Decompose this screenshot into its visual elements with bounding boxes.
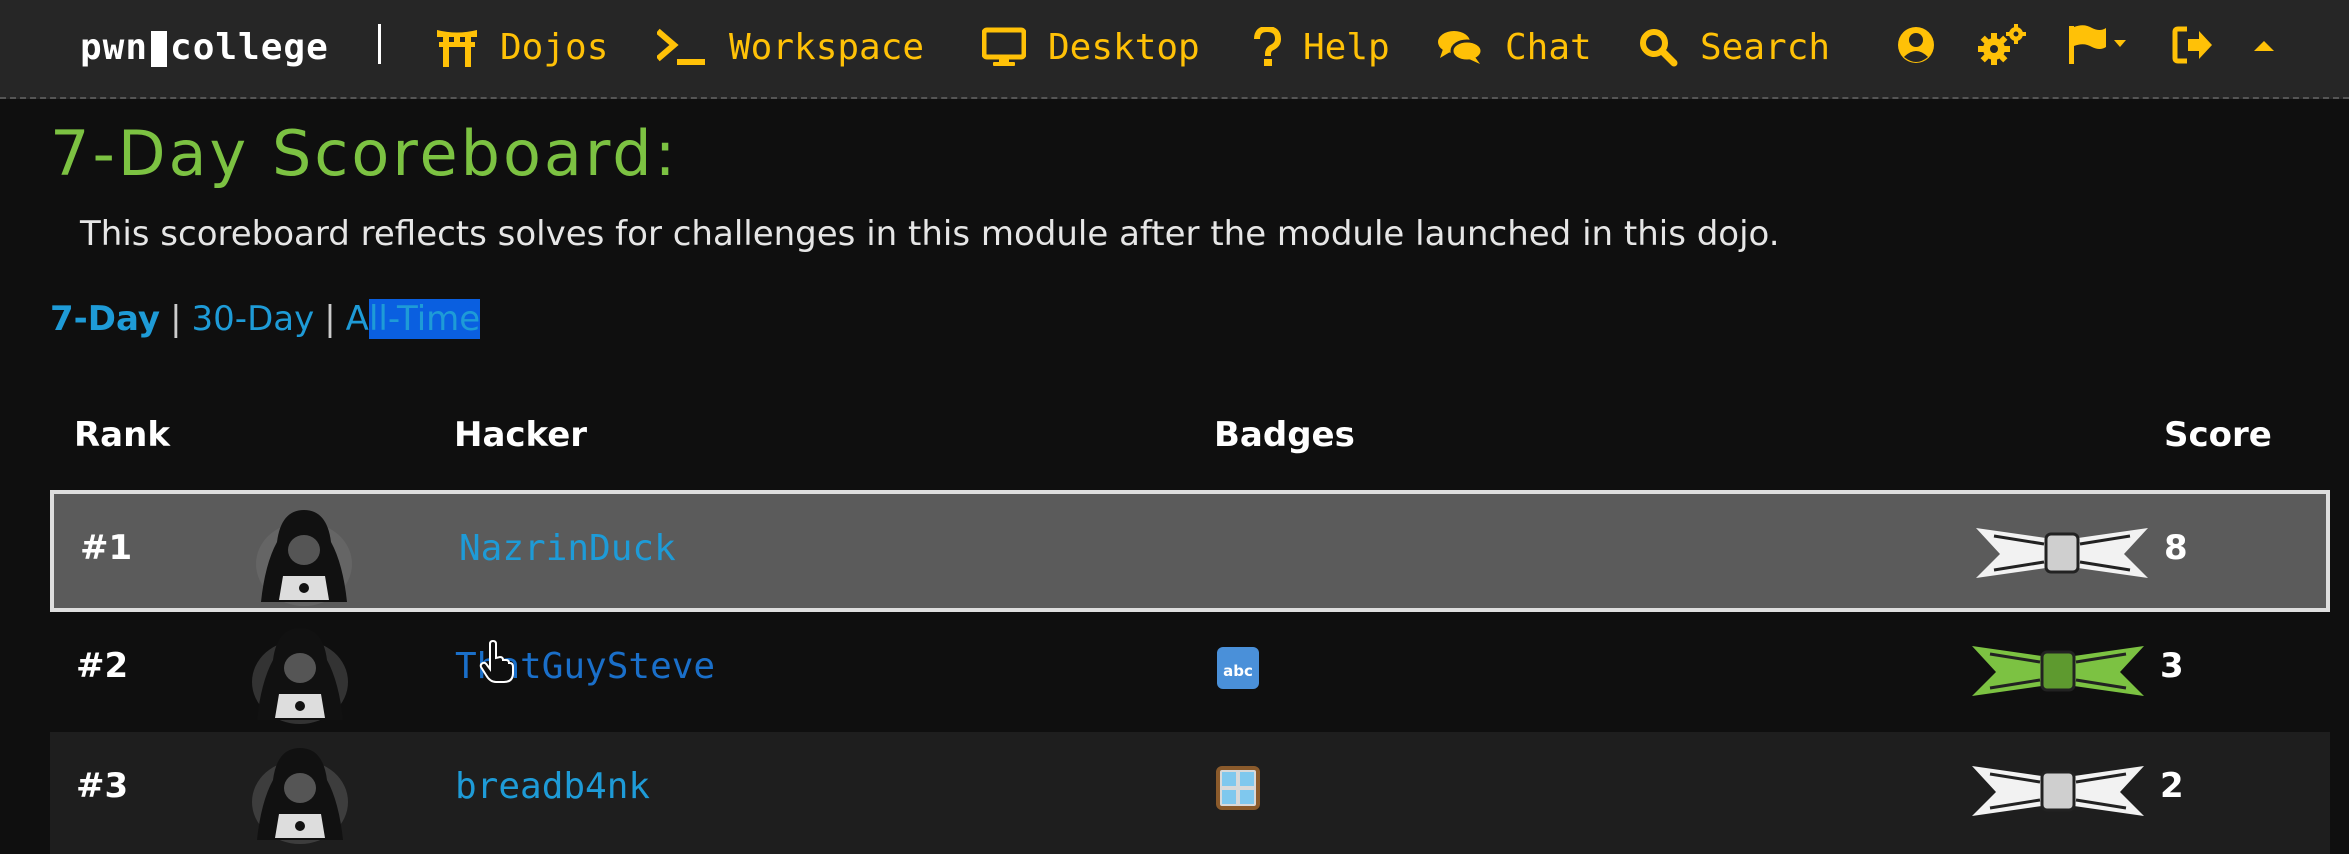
range-30-day-link[interactable]: 30-Day [192, 299, 315, 339]
nav-workspace[interactable]: Workspace [657, 22, 924, 72]
table-row[interactable]: #2 ThatGuySteve abc 3 [50, 612, 2330, 734]
hacker-name-link[interactable]: NazrinDuck [459, 528, 676, 569]
white-belt-icon [1976, 528, 2148, 578]
score-cell: 2 [2160, 766, 2184, 806]
desktop-icon [982, 27, 1026, 67]
range-all-time-prefix: A [345, 299, 369, 339]
range-all-time-link[interactable]: All-Time [346, 299, 481, 339]
hacker-avatar-icon [252, 748, 348, 844]
main-content: 7-Day Scoreboard: This scoreboard reflec… [0, 99, 2349, 854]
nav-search[interactable]: Search [1638, 22, 1830, 72]
search-icon [1638, 27, 1678, 67]
cogs-icon[interactable] [1976, 20, 2028, 70]
page-title: 7-Day Scoreboard: [50, 117, 679, 190]
terminal-icon [657, 27, 707, 67]
page-subtitle: This scoreboard reflects solves for chal… [80, 214, 1780, 254]
range-selector: 7-Day | 30-Day | All-Time [50, 299, 481, 339]
rank-column-header: Rank [74, 415, 170, 455]
nav-desktop-label: Desktop [1048, 26, 1200, 68]
table-row[interactable]: #1 NazrinDuck 8 [50, 490, 2330, 612]
score-cell: 8 [2164, 528, 2188, 568]
comments-icon [1437, 27, 1483, 67]
brand-logo[interactable]: pwn college [80, 22, 329, 72]
green-belt-icon [1972, 646, 2144, 696]
score-cell: 3 [2160, 646, 2184, 686]
nav-dojos[interactable]: Dojos [436, 22, 608, 72]
rank-cell: #2 [76, 646, 129, 686]
brand-divider [378, 24, 381, 64]
range-7-day-link[interactable]: 7-Day [50, 299, 160, 339]
sign-out-icon[interactable] [2172, 20, 2214, 70]
top-navbar: pwn college Dojos Workspace Desktop Help… [0, 0, 2349, 99]
brand-dot [151, 31, 168, 67]
hand-pointer-cursor-icon [479, 640, 514, 683]
brand-right: college [170, 26, 329, 68]
range-separator: | [170, 299, 182, 339]
hacker-avatar-icon [256, 510, 352, 606]
nav-chat[interactable]: Chat [1437, 22, 1592, 72]
question-icon [1253, 27, 1281, 67]
nav-workspace-label: Workspace [729, 26, 925, 68]
flag-dropdown-icon[interactable] [2066, 20, 2128, 70]
range-all-time-selected-text: ll-Time [368, 299, 481, 339]
user-circle-icon[interactable] [1896, 20, 1936, 70]
nav-dojos-label: Dojos [500, 26, 609, 68]
score-column-header: Score [2164, 415, 2272, 455]
nav-help-label: Help [1303, 26, 1390, 68]
rank-cell: #1 [80, 528, 133, 568]
brand-left: pwn [80, 26, 149, 68]
table-row[interactable]: #3 breadb4nk 2 [50, 732, 2330, 854]
nav-chat-label: Chat [1505, 26, 1592, 68]
svg-text:abc: abc [1223, 662, 1253, 680]
rank-cell: #3 [76, 766, 129, 806]
range-separator: | [324, 299, 336, 339]
torii-gate-icon [436, 27, 478, 67]
white-belt-icon [1972, 766, 2144, 816]
badges-column-header: Badges [1214, 415, 1355, 455]
window-badge-icon [1216, 766, 1260, 810]
hacker-avatar-icon [252, 628, 348, 724]
hacker-column-header: Hacker [454, 415, 588, 455]
nav-desktop[interactable]: Desktop [982, 22, 1200, 72]
scoreboard-header: Rank Hacker Badges Score [50, 409, 2330, 469]
nav-help[interactable]: Help [1253, 22, 1390, 72]
caret-up-icon[interactable] [2252, 20, 2276, 70]
hacker-name-link[interactable]: breadb4nk [455, 766, 650, 807]
nav-search-label: Search [1700, 26, 1831, 68]
abc-badge-icon: abc [1217, 647, 1259, 689]
